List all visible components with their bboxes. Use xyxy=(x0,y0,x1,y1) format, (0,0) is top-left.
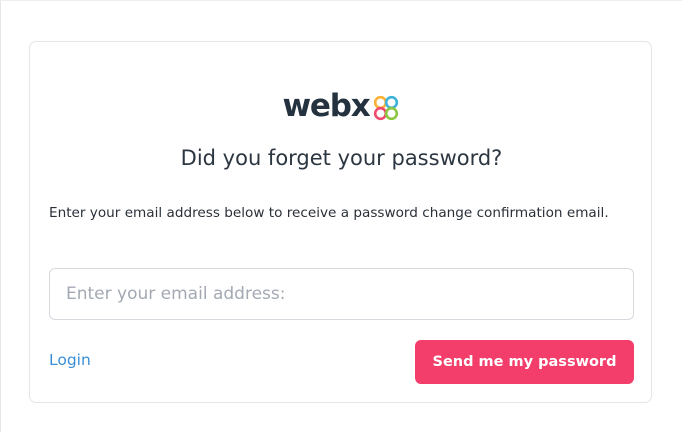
logo-wordmark: webx xyxy=(282,88,370,124)
brand-logo: webx xyxy=(30,86,653,126)
login-link[interactable]: Login xyxy=(49,349,91,371)
instructions-text: Enter your email address below to receiv… xyxy=(49,205,609,221)
four-petal-clover-logo-icon xyxy=(373,95,398,120)
page-title: Did you forget your password? xyxy=(180,146,503,170)
forgot-password-card: webx Did you forget your password? Enter… xyxy=(29,41,652,403)
email-field[interactable] xyxy=(49,268,634,320)
send-password-button[interactable]: Send me my password xyxy=(415,340,634,384)
page: webx Did you forget your password? Enter… xyxy=(0,0,682,432)
window-edge-left xyxy=(0,0,1,432)
window-edge-top xyxy=(0,0,682,1)
logo-lockup: webx xyxy=(282,86,400,126)
